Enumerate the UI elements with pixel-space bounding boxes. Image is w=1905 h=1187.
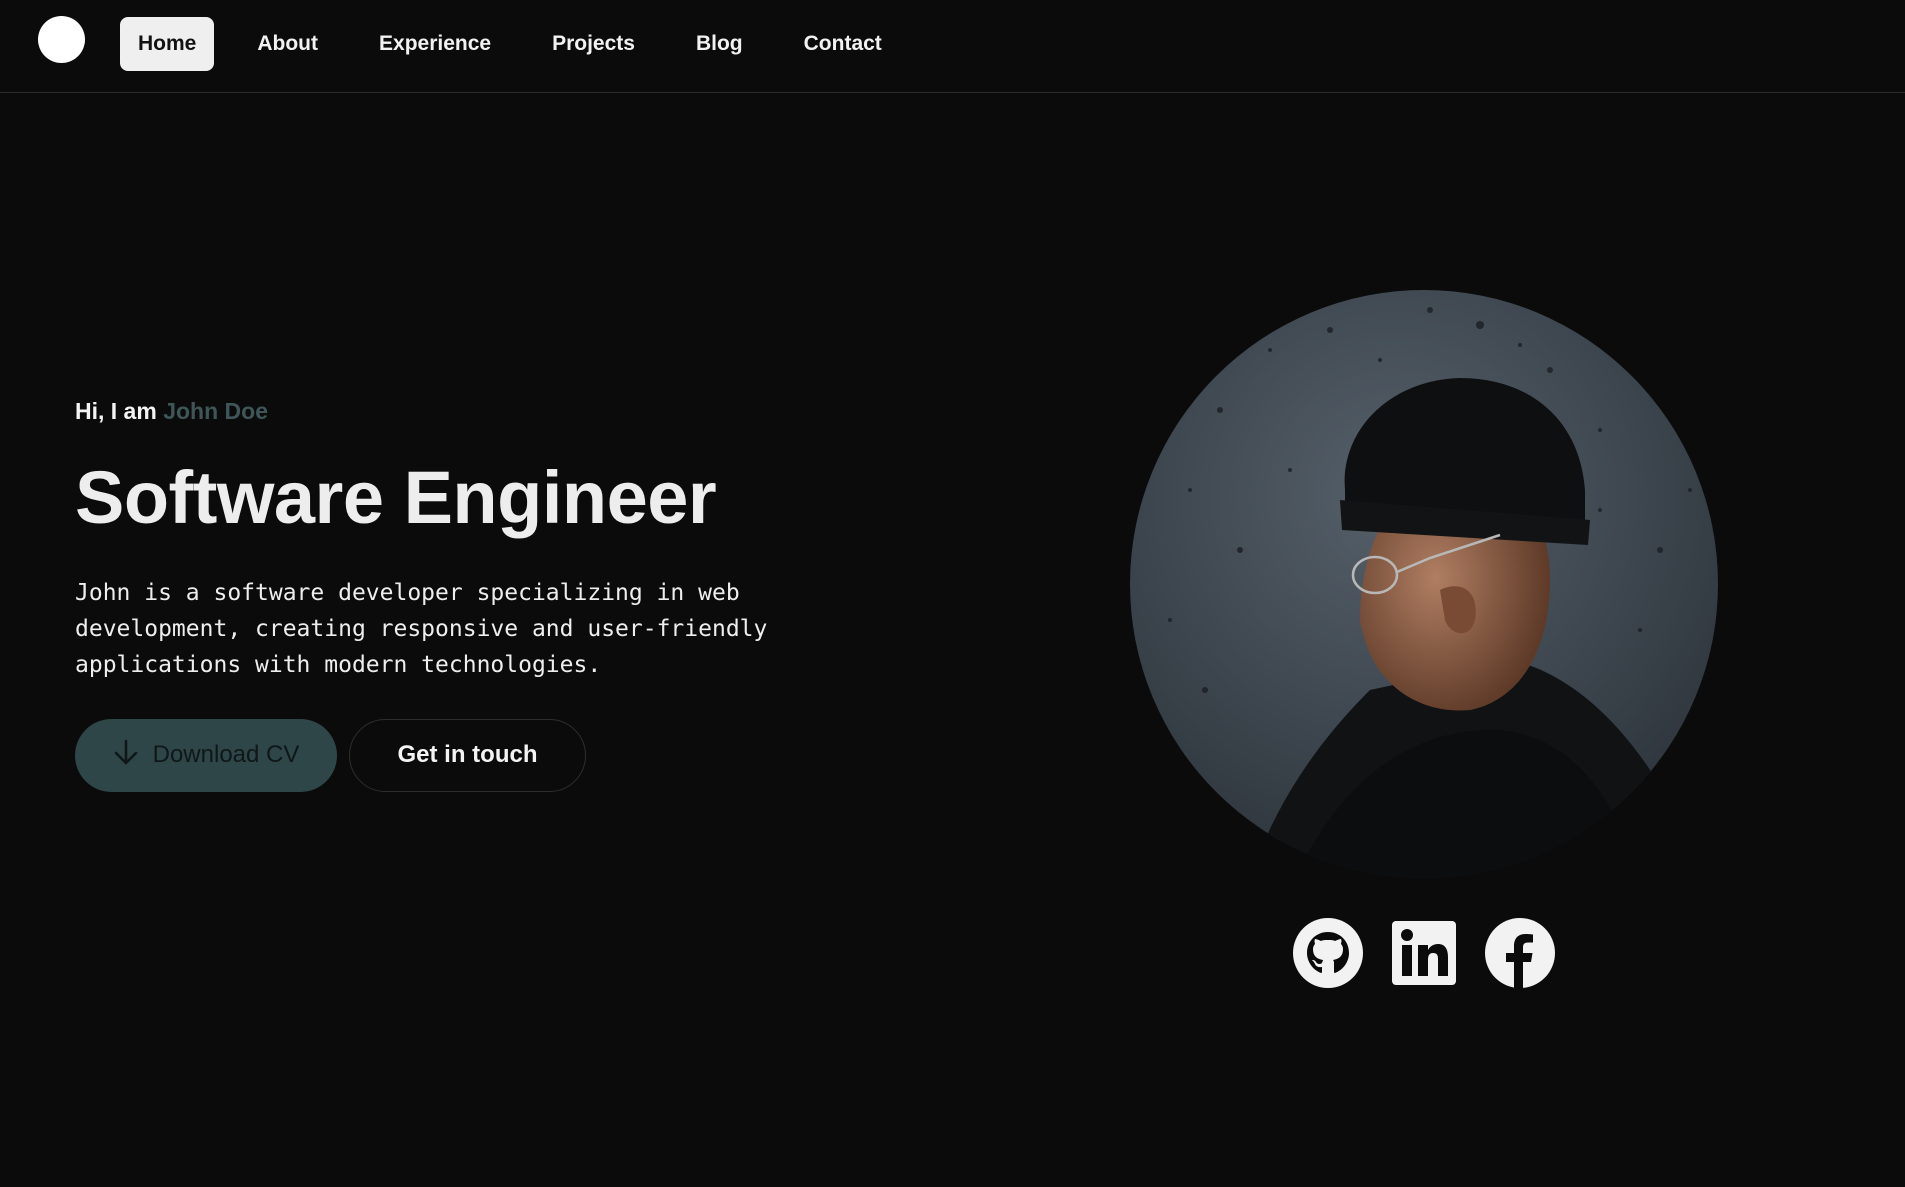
nav-blog[interactable]: Blog bbox=[678, 17, 761, 71]
greeting-prefix: Hi, I am bbox=[75, 398, 164, 424]
hero-name: John Doe bbox=[163, 398, 268, 424]
linkedin-icon bbox=[1391, 920, 1457, 991]
nav-experience[interactable]: Experience bbox=[361, 17, 509, 71]
arrow-down-icon bbox=[113, 738, 139, 773]
navbar: Home About Experience Projects Blog Cont… bbox=[0, 0, 1905, 93]
facebook-link[interactable] bbox=[1485, 917, 1555, 993]
download-cv-label: Download CV bbox=[152, 741, 300, 769]
download-cv-button[interactable]: Download CV bbox=[75, 718, 337, 792]
main-nav: Home About Experience Projects Blog Cont… bbox=[120, 17, 925, 71]
nav-about[interactable]: About bbox=[239, 17, 336, 71]
nav-projects[interactable]: Projects bbox=[534, 17, 653, 71]
hero-actions: Download CV Get in touch bbox=[75, 718, 835, 792]
nav-contact[interactable]: Contact bbox=[786, 17, 900, 71]
get-in-touch-button[interactable]: Get in touch bbox=[349, 718, 586, 792]
profile-photo bbox=[1130, 290, 1718, 878]
linkedin-link[interactable] bbox=[1389, 920, 1459, 990]
hero-title: Software Engineer bbox=[75, 456, 717, 539]
hero-description: John is a software developer specializin… bbox=[75, 579, 768, 678]
nav-home[interactable]: Home bbox=[120, 17, 215, 71]
github-icon bbox=[1293, 917, 1363, 993]
github-link[interactable] bbox=[1293, 917, 1363, 993]
social-links bbox=[1293, 917, 1555, 993]
greeting: Hi, I am John Doe bbox=[75, 398, 835, 425]
logo[interactable] bbox=[38, 16, 85, 63]
facebook-icon bbox=[1485, 917, 1555, 993]
hero-intro: Hi, I am John Doe Software Engineer John… bbox=[75, 398, 835, 792]
